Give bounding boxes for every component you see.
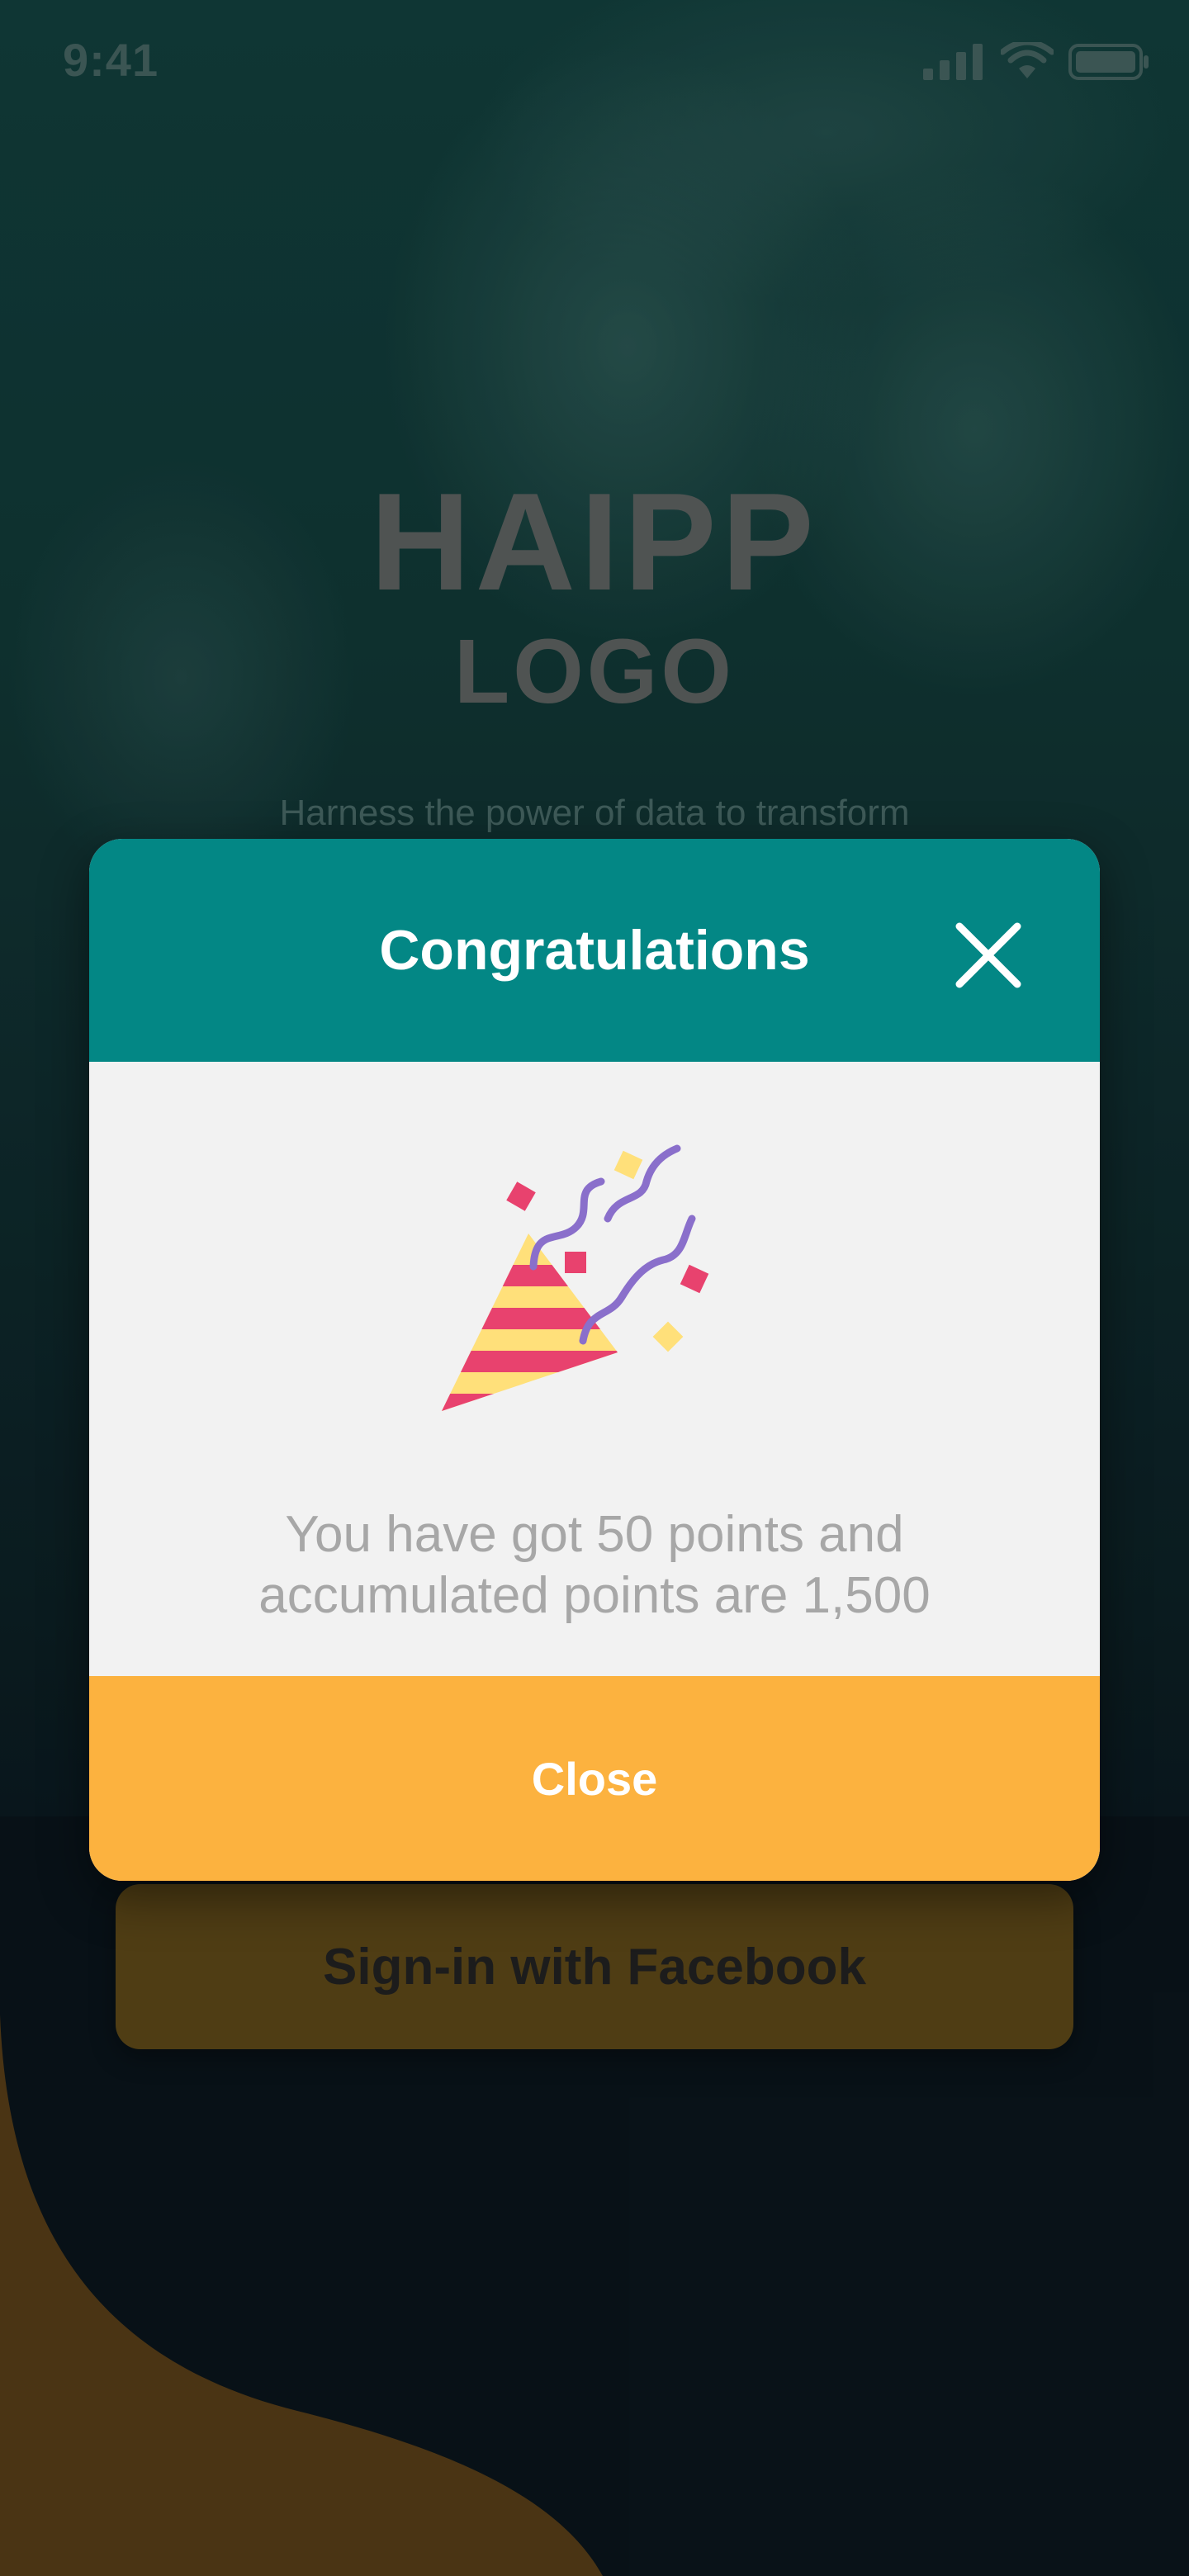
signal-icon [923, 44, 983, 80]
wifi-icon [1001, 42, 1054, 78]
facebook-signin-label: Sign-in with Facebook [323, 1938, 866, 1996]
facebook-signin-button[interactable]: Sign-in with Facebook [116, 1884, 1073, 2049]
dialog-close-button[interactable]: Close [89, 1676, 1100, 1881]
dialog-close-label: Close [531, 1752, 658, 1805]
status-time: 9:41 [63, 34, 159, 86]
tagline: Harness the power of data to transform [279, 793, 910, 833]
app-logo-subtitle: LOGO [454, 621, 735, 722]
congratulations-dialog: Congratulations You have got 50 points a… [89, 839, 1100, 1881]
dialog-body: You have got 50 points and accumulated p… [89, 1062, 1100, 1676]
close-icon[interactable] [951, 918, 1026, 992]
dialog-header: Congratulations [89, 839, 1100, 1062]
dialog-message-line1: You have got 50 points and [285, 1506, 904, 1563]
dialog-message-line2: accumulated points are 1,500 [258, 1567, 931, 1624]
status-bar: 9:41 [0, 0, 1189, 124]
dialog-message: You have got 50 points and accumulated p… [155, 1504, 1034, 1627]
app-logo-title: HAIPP [370, 464, 819, 619]
status-icons [923, 41, 1151, 83]
screen: 9:41 HAIPP LOGO Harness the power of dat… [0, 0, 1189, 2576]
party-popper-icon [442, 1144, 709, 1411]
dialog-title: Congratulations [379, 919, 810, 982]
battery-icon [1068, 44, 1149, 80]
